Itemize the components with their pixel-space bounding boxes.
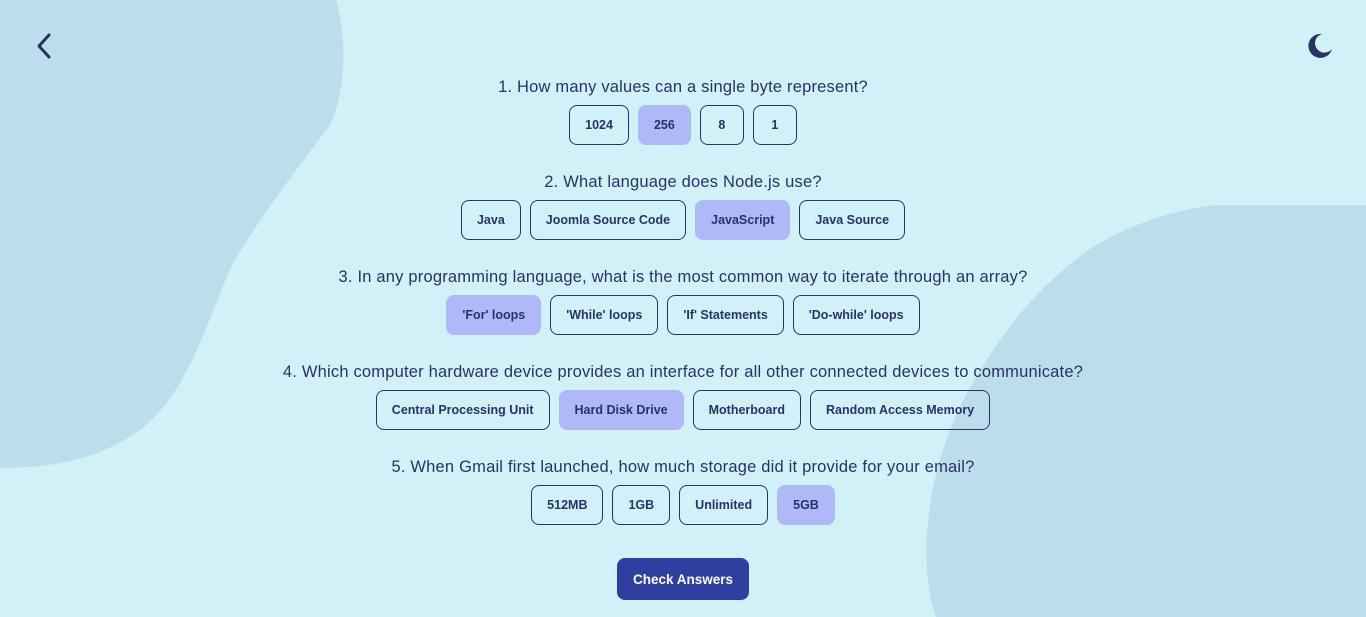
question-text: 3. In any programming language, what is … bbox=[338, 268, 1028, 286]
answer-option[interactable]: 1024 bbox=[569, 105, 629, 145]
answer-option[interactable]: Motherboard bbox=[692, 390, 801, 430]
answer-option[interactable]: 1GB bbox=[612, 485, 671, 525]
answer-group: Java Joomla Source Code JavaScript Java … bbox=[0, 200, 1366, 240]
question-5: 5. When Gmail first launched, how much s… bbox=[0, 456, 1366, 551]
answer-option[interactable]: 'For' loops bbox=[446, 295, 542, 335]
answer-option[interactable]: 8 bbox=[699, 105, 744, 145]
answer-option[interactable]: 'Do-while' loops bbox=[792, 295, 920, 335]
answer-option[interactable]: Java bbox=[460, 200, 521, 240]
quiz-list: 1. How many values can a single byte rep… bbox=[0, 76, 1366, 551]
answer-group: 512MB 1GB Unlimited 5GB bbox=[0, 485, 1366, 525]
answer-group: Central Processing Unit Hard Disk Drive … bbox=[0, 390, 1366, 430]
question-text: 4. Which computer hardware device provid… bbox=[282, 363, 1084, 381]
answer-option[interactable]: 'While' loops bbox=[550, 295, 659, 335]
answer-option[interactable]: Joomla Source Code bbox=[529, 200, 687, 240]
back-button[interactable] bbox=[30, 30, 58, 62]
chevron-left-icon bbox=[37, 33, 51, 59]
question-text: 5. When Gmail first launched, how much s… bbox=[391, 458, 975, 476]
answer-option[interactable]: 256 bbox=[637, 105, 691, 145]
answer-option[interactable]: Central Processing Unit bbox=[375, 390, 550, 430]
theme-toggle-button[interactable] bbox=[1305, 31, 1335, 61]
question-text: 1. How many values can a single byte rep… bbox=[498, 78, 868, 96]
answer-option[interactable]: Random Access Memory bbox=[810, 390, 991, 430]
check-answers-button[interactable]: Check Answers bbox=[617, 558, 749, 600]
answer-option[interactable]: 512MB bbox=[531, 485, 604, 525]
answer-option[interactable]: Java Source bbox=[799, 200, 906, 240]
question-2: 2. What language does Node.js use? Java … bbox=[0, 171, 1366, 266]
question-4: 4. Which computer hardware device provid… bbox=[0, 361, 1366, 456]
question-text: 2. What language does Node.js use? bbox=[544, 173, 822, 191]
answer-group: 1024 256 8 1 bbox=[0, 105, 1366, 145]
question-1: 1. How many values can a single byte rep… bbox=[0, 76, 1366, 171]
answer-option[interactable]: JavaScript bbox=[695, 200, 791, 240]
moon-icon bbox=[1308, 33, 1332, 58]
question-3: 3. In any programming language, what is … bbox=[0, 266, 1366, 361]
answer-group: 'For' loops 'While' loops 'If' Statement… bbox=[0, 295, 1366, 335]
answer-option[interactable]: Unlimited bbox=[679, 485, 769, 525]
answer-option[interactable]: Hard Disk Drive bbox=[558, 390, 684, 430]
answer-option[interactable]: 1 bbox=[752, 105, 797, 145]
answer-option[interactable]: 'If' Statements bbox=[667, 295, 784, 335]
answer-option[interactable]: 5GB bbox=[777, 485, 835, 525]
